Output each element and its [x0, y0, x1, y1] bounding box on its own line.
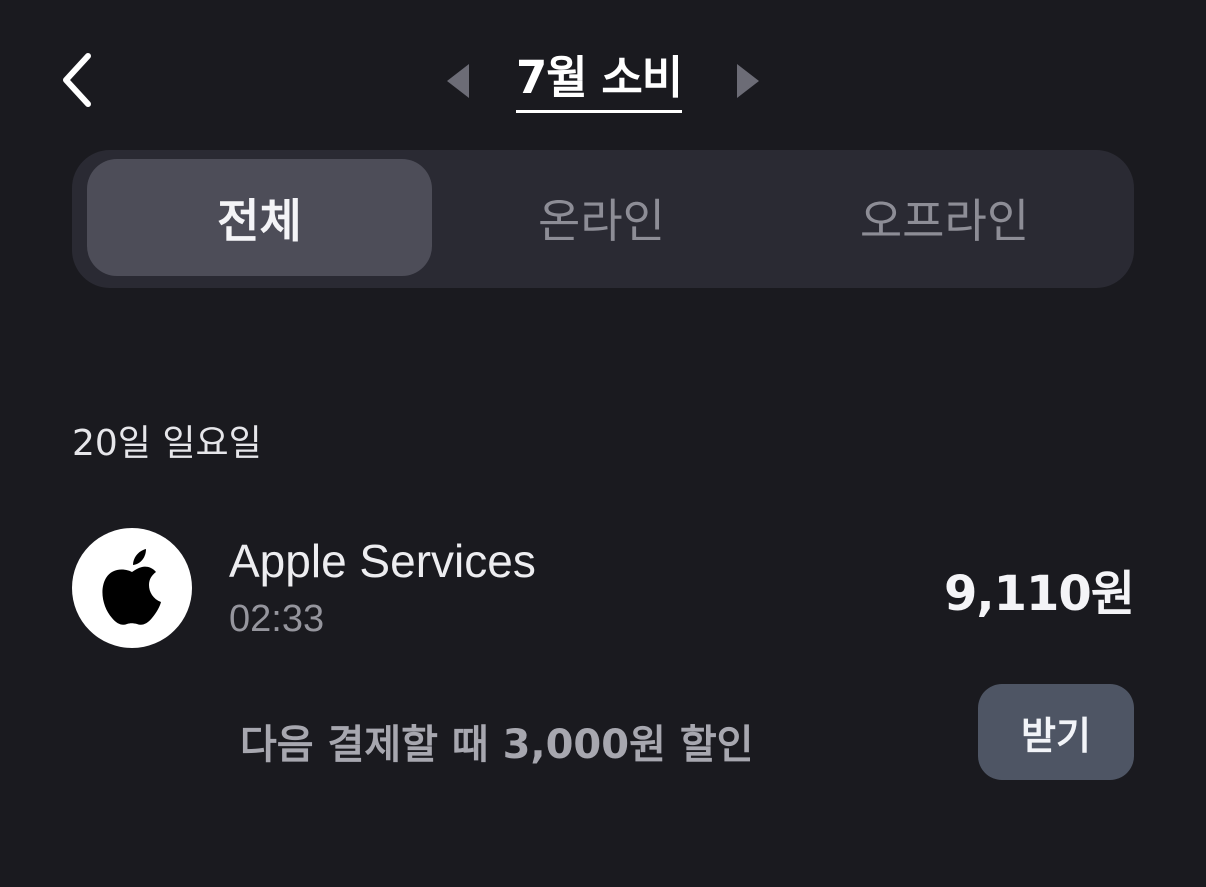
triangle-right-icon — [737, 64, 759, 98]
promo-text: 다음 결제할 때 3,000원 할인 — [240, 722, 754, 768]
receive-button[interactable]: 받기 — [978, 684, 1134, 780]
merchant-name: Apple Services — [229, 535, 536, 587]
tab-online[interactable]: 온라인 — [429, 159, 774, 276]
apple-logo-icon — [102, 549, 161, 625]
triangle-left-icon — [447, 64, 469, 98]
next-month-button[interactable] — [728, 56, 768, 106]
transaction-amount: 9,110원 — [944, 566, 1135, 622]
transaction-time: 02:33 — [229, 598, 325, 640]
month-title[interactable]: 7월 소비 — [516, 48, 683, 113]
back-button[interactable] — [46, 44, 106, 116]
date-header: 20일 일요일 — [72, 423, 262, 464]
merchant-logo — [72, 528, 192, 648]
filter-segmented-control: 전체 온라인 오프라인 — [72, 150, 1134, 288]
chevron-left-icon — [63, 53, 91, 107]
tab-all[interactable]: 전체 — [87, 159, 432, 276]
transaction-row[interactable]: Apple Services 02:33 9,110원 — [72, 528, 1135, 648]
tab-offline[interactable]: 오프라인 — [772, 159, 1117, 276]
prev-month-button[interactable] — [438, 56, 478, 106]
